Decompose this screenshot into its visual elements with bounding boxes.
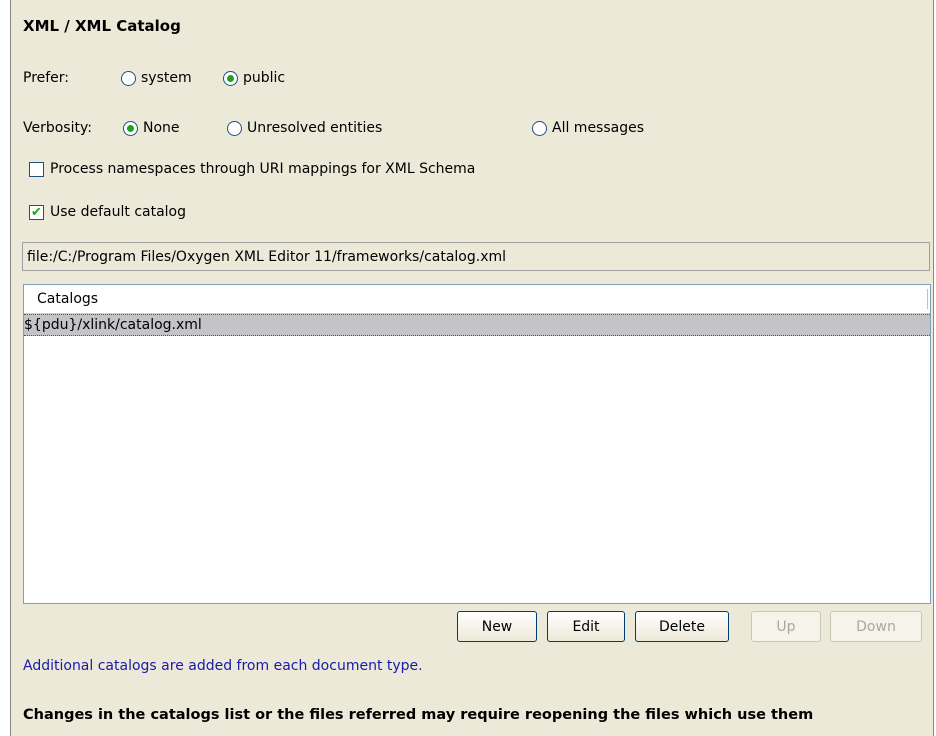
verbosity-all-radio[interactable]: All messages	[532, 117, 644, 139]
process-namespaces-label: Process namespaces through URI mappings …	[50, 161, 476, 177]
use-default-catalog-label: Use default catalog	[50, 204, 187, 220]
prefer-system-radio[interactable]: system	[121, 67, 192, 89]
process-namespaces-checkbox[interactable]: Process namespaces through URI mappings …	[29, 158, 475, 180]
table-row[interactable]: ${pdu}/xlink/catalog.xml	[24, 314, 930, 336]
checkbox-unchecked-icon	[29, 161, 44, 177]
prefer-label: Prefer:	[23, 70, 70, 86]
radio-unselected-icon	[532, 120, 547, 136]
use-default-catalog-checkbox[interactable]: ✔ Use default catalog	[29, 201, 186, 223]
column-separator	[927, 289, 928, 309]
verbosity-all-label: All messages	[552, 120, 645, 136]
checkbox-checked-icon: ✔	[29, 204, 44, 220]
radio-unselected-icon	[121, 70, 136, 86]
prefer-row: Prefer:	[23, 67, 69, 89]
prefer-public-radio[interactable]: public	[223, 67, 285, 89]
verbosity-unresolved-label: Unresolved entities	[247, 120, 383, 136]
catalogs-column-header[interactable]: Catalogs	[24, 285, 930, 314]
verbosity-row: Verbosity:	[23, 117, 92, 139]
radio-selected-icon	[123, 120, 138, 136]
down-button[interactable]: Down	[830, 611, 922, 642]
note-text: Changes in the catalogs list or the file…	[23, 707, 814, 723]
catalogs-table[interactable]: Catalogs ${pdu}/xlink/catalog.xml	[23, 284, 931, 604]
verbosity-none-radio[interactable]: None	[123, 117, 180, 139]
xml-catalog-preferences-panel: XML / XML Catalog Prefer: system public …	[10, 0, 934, 736]
default-catalog-path-field[interactable]: file:/C:/Program Files/Oxygen XML Editor…	[22, 242, 930, 271]
up-button[interactable]: Up	[751, 611, 821, 642]
delete-button[interactable]: Delete	[635, 611, 729, 642]
page-title: XML / XML Catalog	[23, 17, 181, 35]
info-text: Additional catalogs are added from each …	[23, 658, 423, 674]
verbosity-label: Verbosity:	[23, 120, 92, 136]
prefer-public-label: public	[243, 70, 286, 86]
radio-unselected-icon	[227, 120, 242, 136]
default-catalog-path: file:/C:/Program Files/Oxygen XML Editor…	[27, 248, 507, 265]
catalog-entry: ${pdu}/xlink/catalog.xml	[24, 317, 202, 333]
radio-selected-icon	[223, 70, 238, 86]
prefer-system-label: system	[141, 70, 192, 86]
verbosity-none-label: None	[143, 120, 180, 136]
edit-button[interactable]: Edit	[547, 611, 625, 642]
catalogs-header-label: Catalogs	[37, 291, 99, 307]
new-button[interactable]: New	[457, 611, 537, 642]
verbosity-unresolved-radio[interactable]: Unresolved entities	[227, 117, 382, 139]
